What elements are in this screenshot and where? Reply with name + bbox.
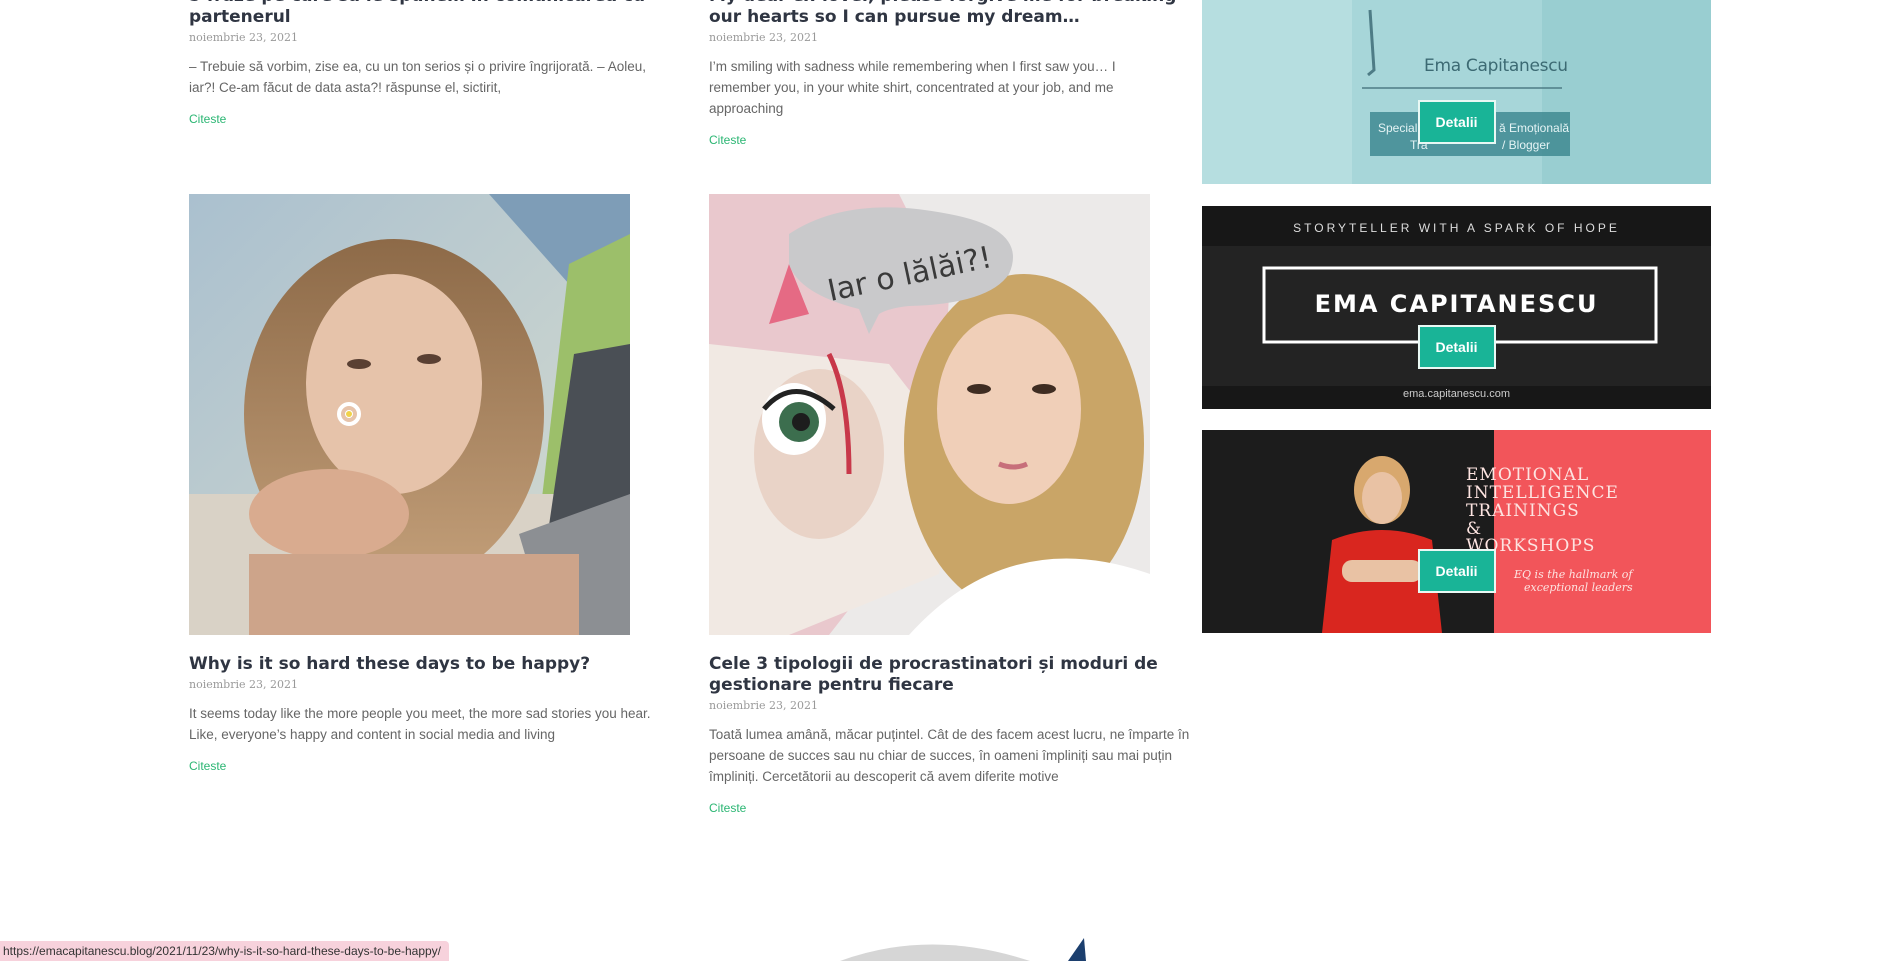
post-date: noiembrie 23, 2021 bbox=[189, 31, 298, 44]
post-thumbnail[interactable]: Iar o lălăi?! bbox=[709, 194, 1150, 635]
sidebar-banner-ema[interactable]: Ema Capitanescu Speciali ă Emoțională Tr… bbox=[1202, 0, 1711, 184]
post-excerpt: Toată lumea amână, măcar puțintel. Cât d… bbox=[709, 727, 1190, 784]
read-more-link[interactable]: Citeste bbox=[189, 759, 226, 773]
footer-logo bbox=[840, 938, 1086, 961]
banner-heading-2: INTELLIGENCE bbox=[1466, 483, 1619, 503]
banner-tagline: exceptional leaders bbox=[1524, 581, 1633, 594]
post-card: Why is it so hard these days to be happy… bbox=[189, 654, 679, 775]
details-button[interactable]: Detalii bbox=[1417, 100, 1496, 144]
post-title[interactable]: Cele 3 tipologii de procrastinatori și m… bbox=[709, 654, 1194, 696]
post-date: noiembrie 23, 2021 bbox=[709, 699, 818, 712]
post-title[interactable]: My dear ex-lover, please forgive me for … bbox=[709, 0, 1179, 28]
banner-tagline: STORYTELLER WITH A SPARK OF HOPE bbox=[1293, 221, 1620, 235]
post-date: noiembrie 23, 2021 bbox=[189, 678, 298, 691]
post-date: noiembrie 23, 2021 bbox=[709, 31, 818, 44]
status-bar-url: https://emacapitanescu.blog/2021/11/23/w… bbox=[0, 941, 450, 961]
read-more-link[interactable]: Citeste bbox=[189, 112, 226, 126]
banner-subtitle-left: Speciali bbox=[1378, 121, 1421, 135]
banner-subtitle-line2-right: / Blogger bbox=[1502, 138, 1551, 152]
banner-heading-1: EMOTIONAL bbox=[1466, 465, 1590, 485]
banner-url: ema.capitanescu.com bbox=[1403, 388, 1510, 400]
details-button[interactable]: Detalii bbox=[1417, 325, 1496, 369]
post-excerpt: It seems today like the more people you … bbox=[189, 706, 651, 742]
post-card: My dear ex-lover, please forgive me for … bbox=[709, 0, 1179, 149]
sidebar-banner-storyteller[interactable]: STORYTELLER WITH A SPARK OF HOPE EMA CAP… bbox=[1202, 206, 1711, 409]
banner-heading-3: TRAININGS bbox=[1466, 501, 1580, 521]
details-button[interactable]: Detalii bbox=[1417, 549, 1496, 593]
banner-tagline: EQ is the hallmark of bbox=[1514, 568, 1633, 581]
read-more-link[interactable]: Citeste bbox=[709, 133, 746, 147]
read-more-link[interactable]: Citeste bbox=[709, 801, 746, 815]
sidebar-banner-ei-trainings[interactable]: EMOTIONAL INTELLIGENCE TRAININGS & WORKS… bbox=[1202, 430, 1711, 633]
post-card: Cele 3 tipologii de procrastinatori și m… bbox=[709, 654, 1194, 817]
post-card: 5 fraze pe care să le spunem în comunica… bbox=[189, 0, 669, 128]
post-title[interactable]: Why is it so hard these days to be happy… bbox=[189, 654, 679, 675]
post-thumbnail[interactable] bbox=[189, 194, 630, 635]
banner-title: EMA CAPITANESCU bbox=[1314, 290, 1599, 318]
banner-name: Ema Capitanescu bbox=[1424, 56, 1568, 76]
post-excerpt: I’m smiling with sadness while rememberi… bbox=[709, 59, 1116, 116]
banner-subtitle-right: ă Emoțională bbox=[1499, 121, 1570, 135]
post-excerpt: – Trebuie să vorbim, zise ea, cu un ton … bbox=[189, 59, 646, 95]
post-title[interactable]: 5 fraze pe care să le spunem în comunica… bbox=[189, 0, 669, 28]
